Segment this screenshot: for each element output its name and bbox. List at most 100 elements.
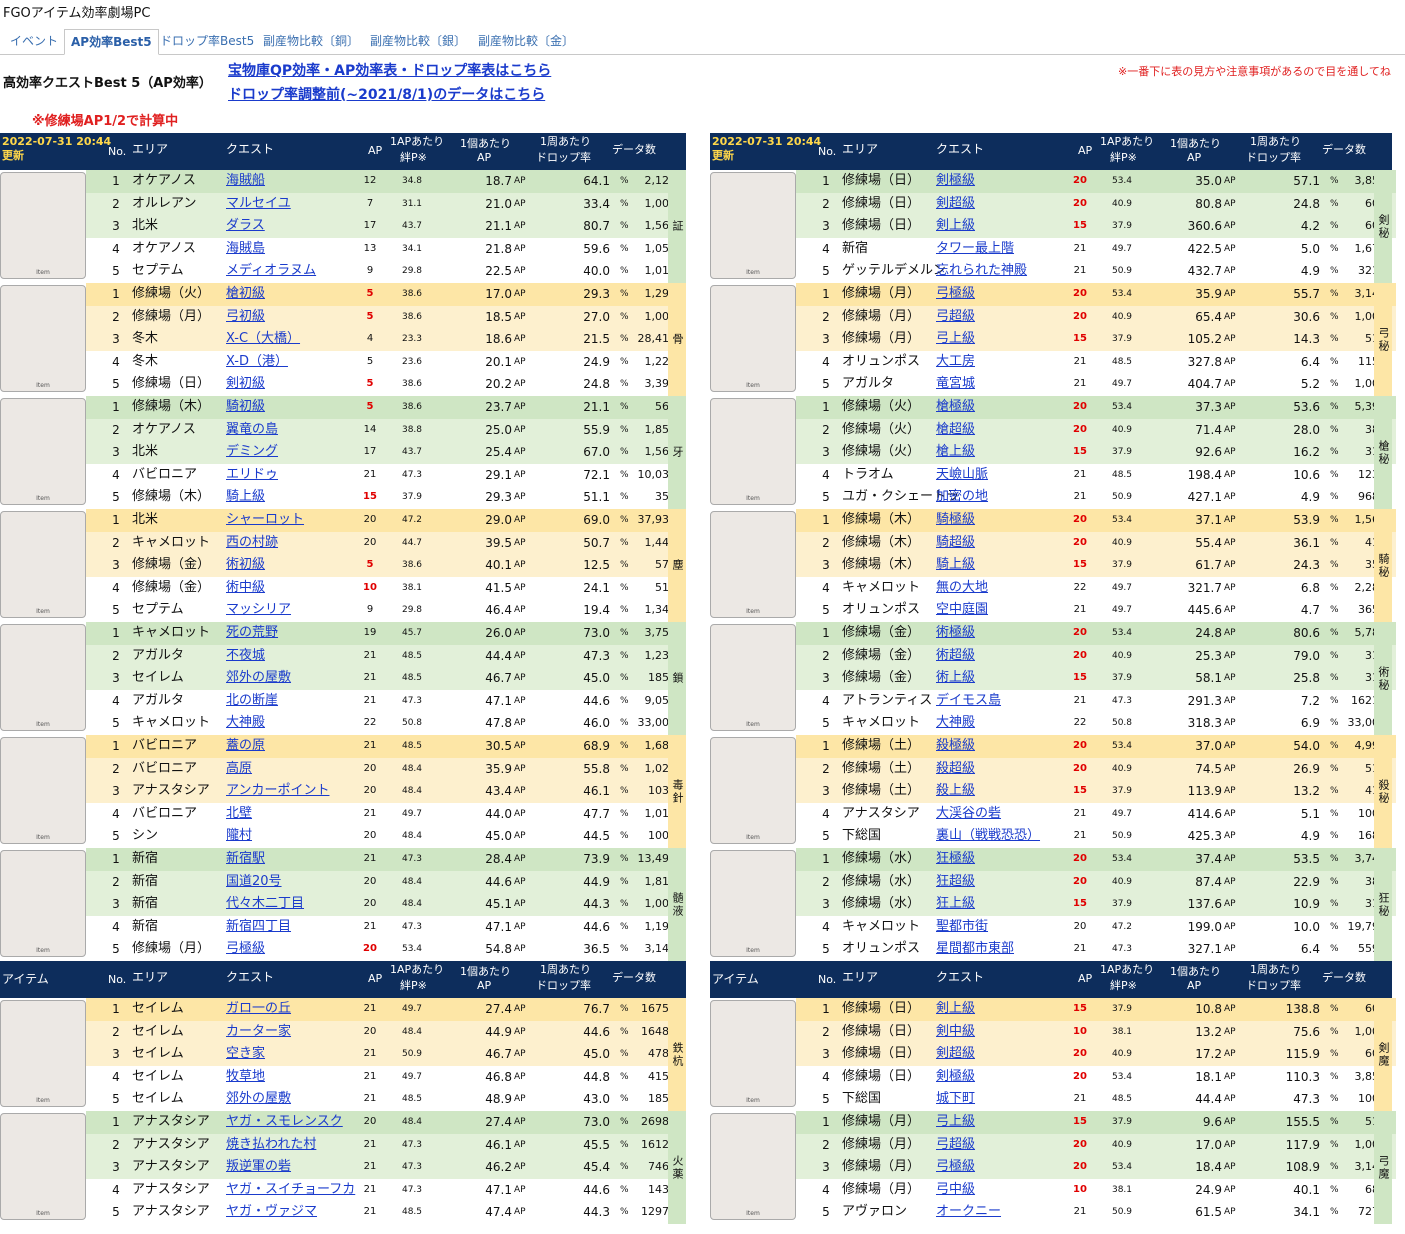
updated-time: 2022-07-31 20:44 <box>712 135 822 148</box>
quest-link[interactable]: 忘れられた神殿 <box>936 260 1027 283</box>
quest-link[interactable]: エリドゥ <box>226 464 278 487</box>
quest-link[interactable]: 無の大地 <box>936 577 988 600</box>
treasure-link[interactable]: 宝物庫QP効率・AP効率表・ドロップ率表はこちら <box>228 60 551 80</box>
quest-link[interactable]: 狂極級 <box>936 848 975 871</box>
quest-link[interactable]: 北の断崖 <box>226 690 278 713</box>
quest-link[interactable]: 大工房 <box>936 351 975 374</box>
quest-link[interactable]: 槍極級 <box>936 396 975 419</box>
quest-link[interactable]: 海賊船 <box>226 170 265 193</box>
quest-link[interactable]: 弓超級 <box>936 306 975 329</box>
quest-link[interactable]: ヤガ・ヴァジマ <box>226 1201 317 1224</box>
quest-link[interactable]: 牧草地 <box>226 1066 265 1089</box>
quest-link[interactable]: メディオラヌム <box>226 260 316 283</box>
quest-link[interactable]: 聖都市街 <box>936 916 988 939</box>
quest-link[interactable]: 弓上級 <box>936 1111 975 1134</box>
quest-link[interactable]: 裏山（戦戦恐恐） <box>936 825 1040 848</box>
quest-link[interactable]: 狂上級 <box>936 893 975 916</box>
quest-link[interactable]: 術初級 <box>226 554 265 577</box>
quest-link[interactable]: 術上級 <box>936 667 975 690</box>
quest-link[interactable]: オークニー <box>936 1201 1001 1224</box>
quest-link[interactable]: 海賊島 <box>226 238 265 261</box>
quest-link[interactable]: 剣極級 <box>936 170 975 193</box>
quest-link[interactable]: 騎極級 <box>936 509 975 532</box>
quest-link[interactable]: マッシリア <box>226 599 291 622</box>
quest-link[interactable]: 弓極級 <box>936 1156 975 1179</box>
quest-link[interactable]: 剣上級 <box>936 215 975 238</box>
quest-link[interactable]: 騎超級 <box>936 532 975 555</box>
quest-link[interactable]: ヤガ・スモレンスク <box>226 1111 343 1134</box>
quest-link[interactable]: デミング <box>226 441 278 464</box>
quest-link[interactable]: 郊外の屋敷 <box>226 667 291 690</box>
quest-link[interactable]: 弓中級 <box>936 1179 975 1202</box>
quest-link[interactable]: 竜宮城 <box>936 373 975 396</box>
quest-link[interactable]: マルセイユ <box>226 193 291 216</box>
quest-link[interactable]: 弓超級 <box>936 1134 975 1157</box>
quest-link[interactable]: 狂超級 <box>936 871 975 894</box>
quest-link[interactable]: 大神殿 <box>936 712 975 735</box>
quest-link[interactable]: ヤガ・スイチョーフカ <box>226 1179 355 1202</box>
quest-link[interactable]: 焼き払われた村 <box>226 1134 316 1157</box>
quest-link[interactable]: 槍超級 <box>936 419 975 442</box>
quest-link[interactable]: 隴村 <box>226 825 252 848</box>
quest-link[interactable]: 郊外の屋敷 <box>226 1088 291 1111</box>
quest-link[interactable]: ダラス <box>226 215 265 238</box>
quest-link[interactable]: 騎上級 <box>226 486 265 509</box>
quest-link[interactable]: 殺極級 <box>936 735 975 758</box>
quest-link[interactable]: ガロ一の丘 <box>226 998 291 1021</box>
quest-link[interactable]: 弓極級 <box>226 938 265 961</box>
quest-link[interactable]: 騎上級 <box>936 554 975 577</box>
quest-link[interactable]: 天嶮山脈 <box>936 464 988 487</box>
tab-drop-best5[interactable]: ドロップ率Best5 <box>154 29 260 55</box>
quest-link[interactable]: タワー最上階 <box>936 238 1014 261</box>
quest-link[interactable]: 蓋の原 <box>226 735 265 758</box>
quest-link[interactable]: 剣超級 <box>936 193 975 216</box>
quest-link[interactable]: 新宿駅 <box>226 848 265 871</box>
quest-link[interactable]: デイモス島 <box>936 690 1001 713</box>
quest-link[interactable]: 剣上級 <box>936 998 975 1021</box>
quest-link[interactable]: 術極級 <box>936 622 975 645</box>
quest-link[interactable]: 国道20号 <box>226 871 282 894</box>
quest-link[interactable]: 大渓谷の砦 <box>936 803 1001 826</box>
quest-link[interactable]: 弓上級 <box>936 328 975 351</box>
quest-link[interactable]: 叛逆軍の砦 <box>226 1156 291 1179</box>
quest-link[interactable]: X-C（大橋） <box>226 328 300 351</box>
old-data-link[interactable]: ドロップ率調整前(~2021/8/1)のデータはこちら <box>228 84 545 104</box>
quest-link[interactable]: 槍初級 <box>226 283 265 306</box>
quest-link[interactable]: 大神殿 <box>226 712 265 735</box>
quest-link[interactable]: 北壁 <box>226 803 252 826</box>
quest-link[interactable]: 弓極級 <box>936 283 975 306</box>
quest-link[interactable]: 殺上級 <box>936 780 975 803</box>
quest-link[interactable]: 空き家 <box>226 1043 265 1066</box>
quest-link[interactable]: 不夜城 <box>226 645 265 668</box>
quest-link[interactable]: 翼竜の島 <box>226 419 278 442</box>
quest-link[interactable]: カーター家 <box>226 1021 291 1044</box>
quest-link[interactable]: 剣中級 <box>936 1021 975 1044</box>
tab-byproduct-silver[interactable]: 副産物比較〔銀〕 <box>364 29 472 55</box>
quest-link[interactable]: 空中庭園 <box>936 599 988 622</box>
quest-link[interactable]: 新宿四丁目 <box>226 916 291 939</box>
quest-link[interactable]: 城下町 <box>936 1088 975 1111</box>
quest-link[interactable]: シャーロット <box>226 509 304 532</box>
quest-link[interactable]: 術中級 <box>226 577 265 600</box>
quest-link[interactable]: 剣超級 <box>936 1043 975 1066</box>
quest-link[interactable]: 槍上級 <box>936 441 975 464</box>
quest-link[interactable]: 弓初級 <box>226 306 265 329</box>
quest-link[interactable]: 代々木二丁目 <box>226 893 304 916</box>
tab-event[interactable]: イベント <box>4 29 64 55</box>
quest-link[interactable]: 剣極級 <box>936 1066 975 1089</box>
quest-link[interactable]: 高原 <box>226 758 252 781</box>
quest-link[interactable]: アンカーポイント <box>226 780 329 803</box>
tab-ap-best5[interactable]: AP効率Best5 <box>64 29 159 55</box>
quest-link[interactable]: 騎初級 <box>226 396 265 419</box>
tab-byproduct-gold[interactable]: 副産物比較〔金〕 <box>472 29 580 55</box>
quest-link[interactable]: 剣初級 <box>226 373 265 396</box>
tab-byproduct-bronze[interactable]: 副産物比較〔銅〕 <box>257 29 365 55</box>
quest-link[interactable]: X-D（港） <box>226 351 288 374</box>
quest-link[interactable]: 西の村跡 <box>226 532 278 555</box>
quest-link[interactable]: 加密の地 <box>936 486 988 509</box>
quest-link[interactable]: 死の荒野 <box>226 622 278 645</box>
ap-per-item: 21.8 <box>485 241 512 256</box>
quest-link[interactable]: 術超級 <box>936 645 975 668</box>
quest-link[interactable]: 殺超級 <box>936 758 975 781</box>
quest-link[interactable]: 星間都市東部 <box>936 938 1014 961</box>
